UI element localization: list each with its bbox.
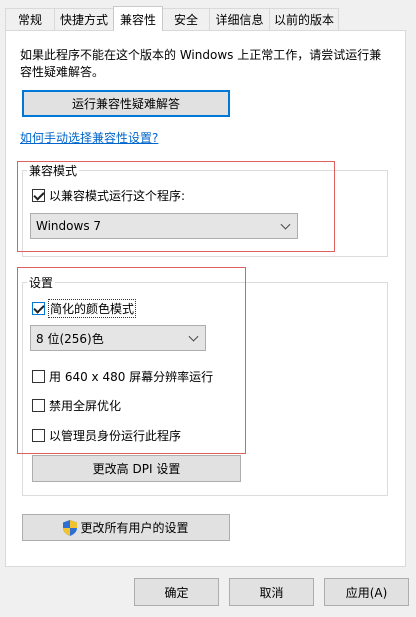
- apply-button[interactable]: 应用(A): [324, 578, 409, 606]
- compat-mode-checkbox[interactable]: [32, 189, 45, 202]
- change-high-dpi-button[interactable]: 更改高 DPI 设置: [32, 455, 241, 482]
- tab-label: 快捷方式: [59, 13, 108, 27]
- run-admin-label: 以管理员身份运行此程序: [49, 429, 182, 443]
- cancel-button[interactable]: 取消: [229, 578, 314, 606]
- tab-label: 兼容性: [119, 12, 156, 27]
- run-admin-checkbox[interactable]: [32, 429, 45, 442]
- tab-details[interactable]: 详细信息: [209, 8, 270, 30]
- tab-compatibility[interactable]: 兼容性: [113, 6, 163, 31]
- highlight-box-settings: [17, 267, 246, 454]
- tab-label: 安全: [173, 13, 198, 27]
- tab-shortcut[interactable]: 快捷方式: [54, 8, 114, 30]
- tab-label: 详细信息: [215, 13, 264, 27]
- change-all-users-label: 更改所有用户的设置: [80, 521, 189, 535]
- selected-os: Windows 7: [36, 219, 102, 233]
- compat-mode-label: 以兼容模式运行这个程序:: [49, 189, 186, 203]
- uac-shield-icon: [63, 519, 78, 536]
- disable-fullscreen-checkbox[interactable]: [32, 399, 45, 412]
- compat-os-select[interactable]: Windows 7: [30, 213, 298, 239]
- disable-fullscreen-label: 禁用全屏优化: [49, 399, 122, 413]
- tab-previous-versions[interactable]: 以前的版本: [269, 8, 339, 30]
- run-640-checkbox[interactable]: [32, 370, 45, 383]
- run-troubleshooter-button[interactable]: 运行兼容性疑难解答: [22, 90, 230, 117]
- run-640-row[interactable]: 用 640 x 480 屏幕分辨率运行: [32, 368, 213, 385]
- tab-security[interactable]: 安全: [162, 8, 210, 30]
- tab-label: 以前的版本: [273, 13, 334, 27]
- run-640-label: 用 640 x 480 屏幕分辨率运行: [49, 370, 214, 384]
- chevron-down-icon: [280, 219, 291, 230]
- tab-general[interactable]: 常规: [5, 8, 55, 30]
- compat-mode-checkbox-row[interactable]: 以兼容模式运行这个程序:: [32, 187, 185, 204]
- disable-fullscreen-row[interactable]: 禁用全屏优化: [32, 397, 121, 414]
- compatibility-panel: 如果此程序不能在这个版本的 Windows 上正常工作，请尝试运行兼容性疑难解答…: [5, 30, 406, 567]
- reduced-color-row[interactable]: 简化的颜色模式: [32, 299, 137, 318]
- intro-text: 如果此程序不能在这个版本的 Windows 上正常工作，请尝试运行兼容性疑难解答…: [20, 48, 382, 79]
- tab-label: 常规: [17, 13, 42, 27]
- run-admin-row[interactable]: 以管理员身份运行此程序: [32, 427, 181, 444]
- ok-button[interactable]: 确定: [134, 578, 219, 606]
- chevron-down-icon: [188, 331, 199, 342]
- reduced-color-checkbox[interactable]: [32, 302, 45, 315]
- reduced-color-label: 简化的颜色模式: [47, 299, 137, 318]
- manual-settings-link[interactable]: 如何手动选择兼容性设置?: [20, 129, 158, 146]
- change-all-users-button[interactable]: 更改所有用户的设置: [22, 514, 230, 541]
- selected-color-depth: 8 位(256)色: [36, 331, 104, 346]
- color-depth-select[interactable]: 8 位(256)色: [30, 325, 206, 351]
